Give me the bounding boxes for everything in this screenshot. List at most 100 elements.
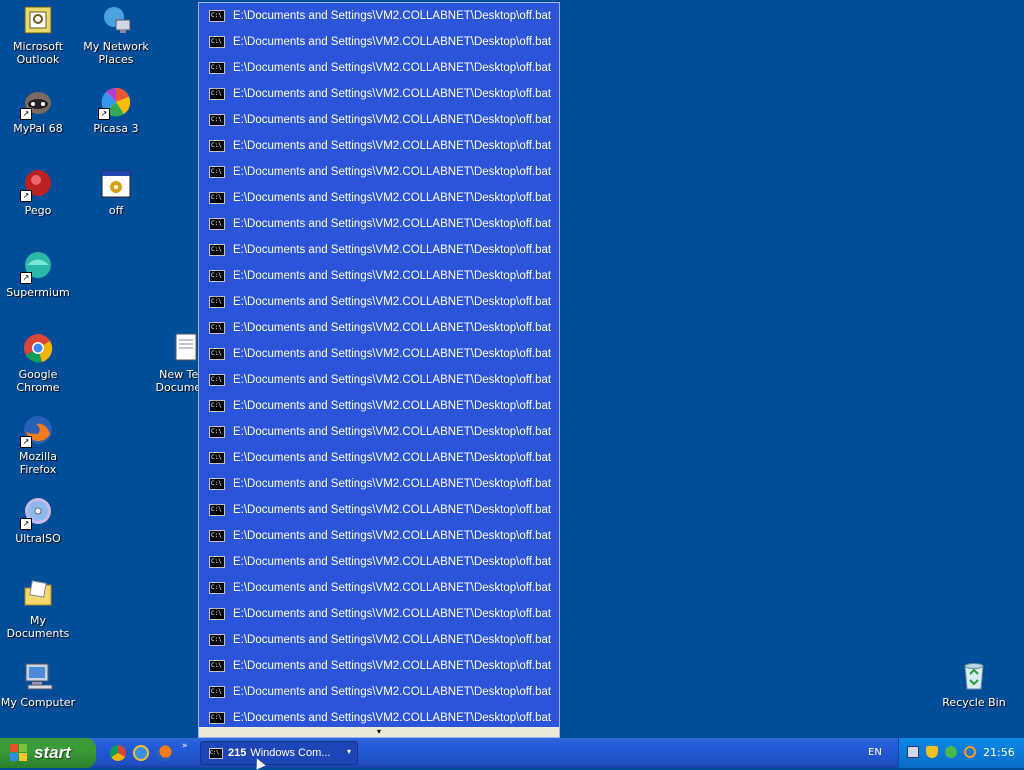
popup-window-item-label: E:\Documents and Settings\VM2.COLLABNET\… bbox=[233, 452, 552, 464]
popup-window-item[interactable]: C:\ E:\Documents and Settings\VM2.COLLABN… bbox=[199, 575, 559, 601]
command-prompt-icon: C:\ bbox=[209, 452, 225, 464]
popup-window-item[interactable]: C:\ E:\Documents and Settings\VM2.COLLABN… bbox=[199, 3, 559, 29]
command-prompt-icon: C:\ bbox=[209, 322, 225, 334]
quicklaunch-more-chevron-icon[interactable]: » bbox=[182, 741, 188, 751]
shortcut-arrow-icon: ↗ bbox=[20, 436, 32, 448]
popup-window-item[interactable]: C:\ E:\Documents and Settings\VM2.COLLABN… bbox=[199, 315, 559, 341]
shortcut-arrow-icon: ↗ bbox=[20, 108, 32, 120]
popup-window-item[interactable]: C:\ E:\Documents and Settings\VM2.COLLABN… bbox=[199, 159, 559, 185]
desktop-icon-mypal[interactable]: ↗ MyPal 68 bbox=[0, 86, 76, 135]
popup-window-item[interactable]: C:\ E:\Documents and Settings\VM2.COLLABN… bbox=[199, 471, 559, 497]
desktop-icon-ultraiso[interactable]: ↗ UltraISO bbox=[0, 496, 76, 545]
desktop-icon-mozilla-firefox[interactable]: ↗ Mozilla Firefox bbox=[0, 414, 76, 476]
desktop-icon-microsoft-outlook[interactable]: Microsoft Outlook bbox=[0, 4, 76, 66]
my-documents-folder-icon bbox=[22, 578, 54, 610]
desktop-icon-label: My Network Places bbox=[83, 40, 149, 66]
command-prompt-icon: C:\ bbox=[209, 192, 225, 204]
popup-window-item-label: E:\Documents and Settings\VM2.COLLABNET\… bbox=[233, 504, 552, 516]
popup-window-item-label: E:\Documents and Settings\VM2.COLLABNET\… bbox=[233, 166, 552, 178]
command-prompt-icon: C:\ bbox=[209, 712, 225, 724]
popup-window-item[interactable]: C:\ E:\Documents and Settings\VM2.COLLABN… bbox=[199, 601, 559, 627]
network-icon[interactable] bbox=[907, 746, 919, 758]
desktop-icon-my-computer[interactable]: My Computer bbox=[0, 660, 76, 709]
popup-window-item-label: E:\Documents and Settings\VM2.COLLABNET\… bbox=[233, 426, 552, 438]
command-prompt-icon: C:\ bbox=[209, 10, 225, 22]
popup-window-item[interactable]: C:\ E:\Documents and Settings\VM2.COLLABN… bbox=[199, 55, 559, 81]
popup-window-item[interactable]: C:\ E:\Documents and Settings\VM2.COLLABN… bbox=[199, 237, 559, 263]
desktop-icon-my-documents[interactable]: My Documents bbox=[0, 578, 76, 640]
text-document-icon bbox=[168, 332, 200, 364]
recycle-bin-icon bbox=[958, 660, 990, 692]
start-button[interactable]: start bbox=[0, 738, 96, 768]
clock[interactable]: 21:56 bbox=[983, 746, 1015, 759]
popup-window-item[interactable]: C:\ E:\Documents and Settings\VM2.COLLABN… bbox=[199, 523, 559, 549]
search-icon[interactable] bbox=[964, 746, 976, 758]
popup-window-item[interactable]: C:\ E:\Documents and Settings\VM2.COLLABN… bbox=[199, 705, 559, 731]
desktop-icon-recycle-bin[interactable]: Recycle Bin bbox=[936, 660, 1012, 709]
popup-window-item[interactable]: C:\ E:\Documents and Settings\VM2.COLLABN… bbox=[199, 29, 559, 55]
desktop-icon-pego[interactable]: ↗ Pego bbox=[0, 168, 76, 217]
popup-window-item-label: E:\Documents and Settings\VM2.COLLABNET\… bbox=[233, 140, 552, 152]
popup-window-item-label: E:\Documents and Settings\VM2.COLLABNET\… bbox=[233, 296, 552, 308]
desktop-icon-my-network-places[interactable]: My Network Places bbox=[78, 4, 154, 66]
command-prompt-icon: C:\ bbox=[209, 348, 225, 360]
popup-window-item[interactable]: C:\ E:\Documents and Settings\VM2.COLLABN… bbox=[199, 549, 559, 575]
firefox-quicklaunch-icon[interactable] bbox=[156, 745, 172, 761]
chrome-quicklaunch-icon[interactable] bbox=[110, 745, 126, 761]
shortcut-arrow-icon: ↗ bbox=[98, 108, 110, 120]
popup-window-item-label: E:\Documents and Settings\VM2.COLLABNET\… bbox=[233, 88, 552, 100]
desktop-icon-label: Mozilla Firefox bbox=[19, 450, 57, 476]
popup-window-item[interactable]: C:\ E:\Documents and Settings\VM2.COLLABN… bbox=[199, 653, 559, 679]
popup-window-item-label: E:\Documents and Settings\VM2.COLLABNET\… bbox=[233, 582, 552, 594]
popup-window-item[interactable]: C:\ E:\Documents and Settings\VM2.COLLABN… bbox=[199, 627, 559, 653]
language-indicator[interactable]: EN bbox=[868, 747, 882, 758]
desktop-icon-label: Recycle Bin bbox=[942, 696, 1006, 709]
mypal-raccoon-icon: ↗ bbox=[20, 86, 54, 120]
popup-window-item-label: E:\Documents and Settings\VM2.COLLABNET\… bbox=[233, 244, 552, 256]
popup-window-item[interactable]: C:\ E:\Documents and Settings\VM2.COLLABN… bbox=[199, 341, 559, 367]
popup-window-item[interactable]: C:\ E:\Documents and Settings\VM2.COLLABN… bbox=[199, 289, 559, 315]
taskbar-group-button[interactable]: C:\ 215 Windows Com... ▾ bbox=[200, 741, 358, 765]
popup-window-item[interactable]: C:\ E:\Documents and Settings\VM2.COLLABN… bbox=[199, 107, 559, 133]
desktop-icon-google-chrome[interactable]: Google Chrome bbox=[0, 332, 76, 394]
popup-window-item-label: E:\Documents and Settings\VM2.COLLABNET\… bbox=[233, 608, 552, 620]
desktop-icon-off-bat[interactable]: off bbox=[78, 168, 154, 217]
command-prompt-icon: C:\ bbox=[209, 478, 225, 490]
shortcut-arrow-icon: ↗ bbox=[20, 518, 32, 530]
ultraiso-disc-icon: ↗ bbox=[20, 496, 54, 530]
desktop-icon-label: Microsoft Outlook bbox=[12, 40, 64, 66]
popup-window-item[interactable]: C:\ E:\Documents and Settings\VM2.COLLABN… bbox=[199, 367, 559, 393]
desktop-icon-label: Pego bbox=[24, 204, 52, 217]
popup-window-item[interactable]: C:\ E:\Documents and Settings\VM2.COLLABN… bbox=[199, 81, 559, 107]
popup-window-item[interactable]: C:\ E:\Documents and Settings\VM2.COLLABN… bbox=[199, 393, 559, 419]
batch-file-icon bbox=[100, 168, 132, 200]
popup-window-item[interactable]: C:\ E:\Documents and Settings\VM2.COLLABN… bbox=[199, 211, 559, 237]
picasa-icon: ↗ bbox=[98, 86, 132, 120]
desktop-icon-picasa[interactable]: ↗ Picasa 3 bbox=[78, 86, 154, 135]
popup-window-item[interactable]: C:\ E:\Documents and Settings\VM2.COLLABN… bbox=[199, 185, 559, 211]
update-icon[interactable] bbox=[945, 746, 957, 758]
command-prompt-icon: C:\ bbox=[209, 62, 225, 74]
desktop-icon-label: off bbox=[108, 204, 124, 217]
network-places-icon bbox=[100, 4, 132, 36]
popup-window-item[interactable]: C:\ E:\Documents and Settings\VM2.COLLABN… bbox=[199, 133, 559, 159]
popup-window-item-label: E:\Documents and Settings\VM2.COLLABNET\… bbox=[233, 36, 552, 48]
command-prompt-icon: C:\ bbox=[209, 244, 225, 256]
desktop-icon-supermium[interactable]: ↗ Supermium bbox=[0, 250, 76, 299]
desktop-icon-label: Supermium bbox=[6, 286, 70, 299]
popup-window-item-label: E:\Documents and Settings\VM2.COLLABNET\… bbox=[233, 192, 552, 204]
popup-window-item[interactable]: C:\ E:\Documents and Settings\VM2.COLLABN… bbox=[199, 497, 559, 523]
internet-explorer-icon[interactable] bbox=[133, 745, 149, 761]
security-shield-icon[interactable] bbox=[926, 746, 938, 758]
start-label: start bbox=[34, 743, 71, 762]
command-prompt-icon: C:\ bbox=[209, 504, 225, 516]
command-prompt-icon: C:\ bbox=[209, 374, 225, 386]
popup-window-item[interactable]: C:\ E:\Documents and Settings\VM2.COLLABN… bbox=[199, 679, 559, 705]
popup-window-item[interactable]: C:\ E:\Documents and Settings\VM2.COLLABN… bbox=[199, 419, 559, 445]
command-prompt-icon: C:\ bbox=[209, 660, 225, 672]
popup-window-item[interactable]: C:\ E:\Documents and Settings\VM2.COLLABN… bbox=[199, 263, 559, 289]
popup-window-item-label: E:\Documents and Settings\VM2.COLLABNET\… bbox=[233, 686, 552, 698]
popup-window-item[interactable]: C:\ E:\Documents and Settings\VM2.COLLABN… bbox=[199, 445, 559, 471]
popup-window-item-label: E:\Documents and Settings\VM2.COLLABNET\… bbox=[233, 62, 552, 74]
command-prompt-icon: C:\ bbox=[209, 36, 225, 48]
